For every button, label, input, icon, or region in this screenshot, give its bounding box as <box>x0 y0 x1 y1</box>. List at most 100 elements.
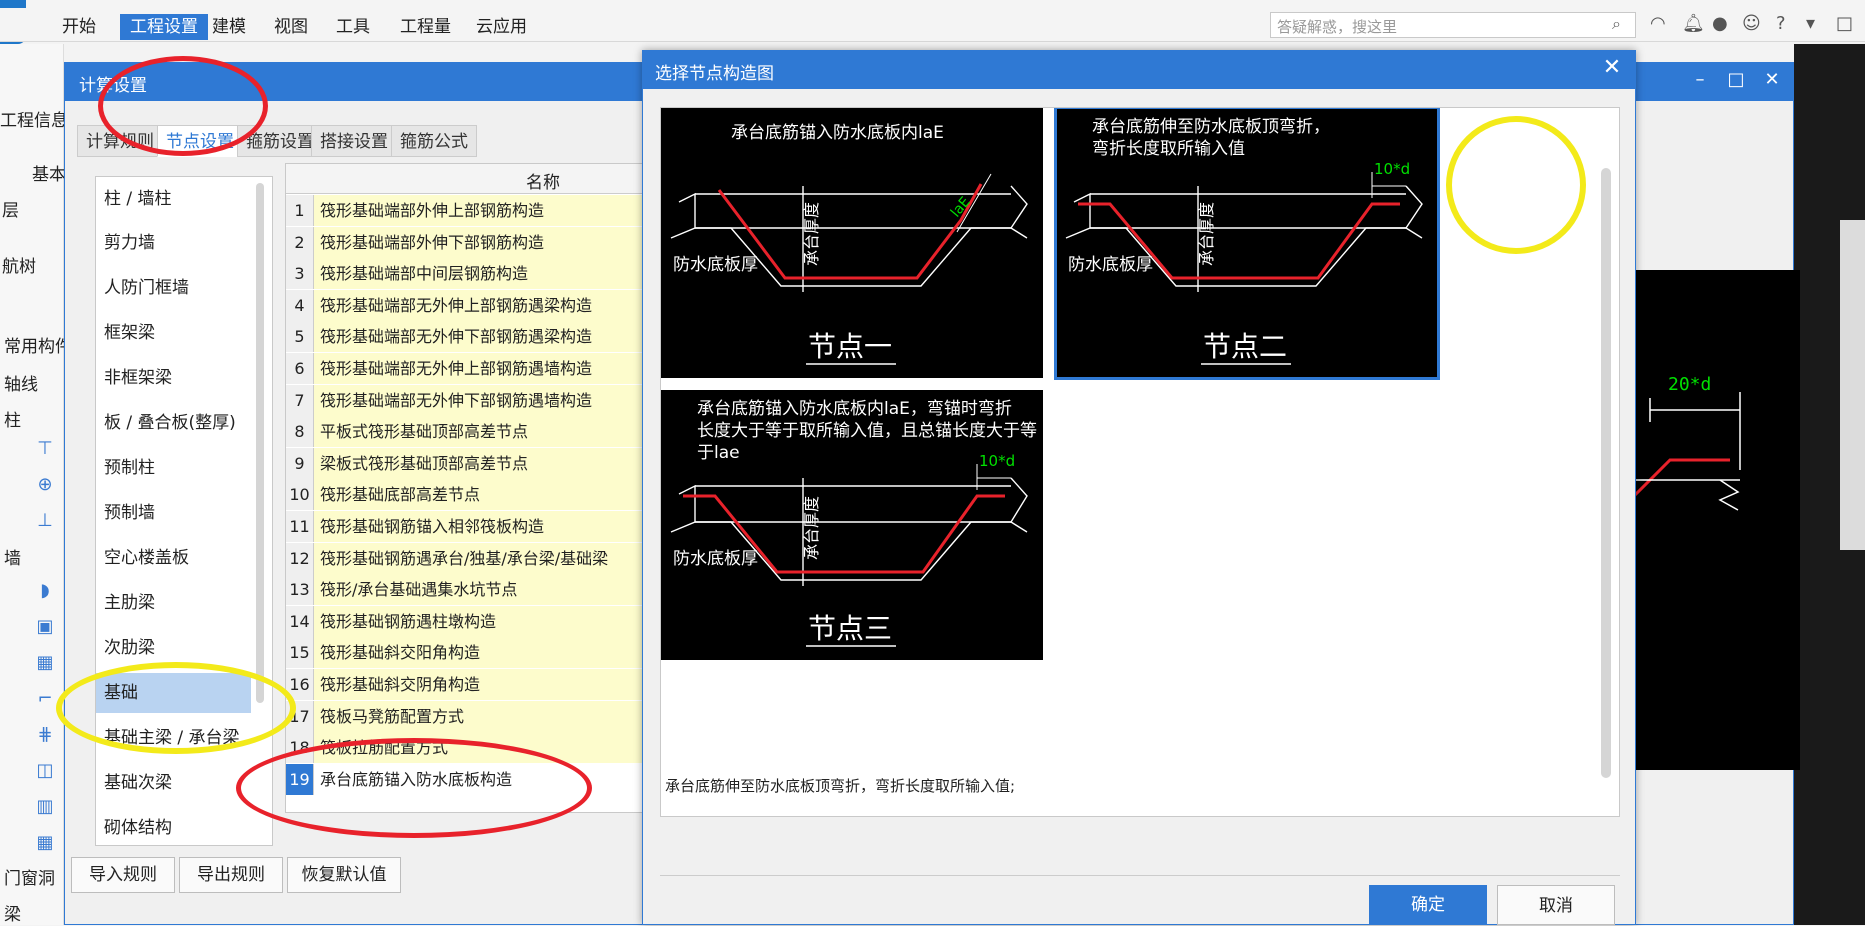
node-name: 节点一 <box>808 330 892 363</box>
wall-grid-icon[interactable]: ⋕ <box>34 724 56 746</box>
category-item[interactable]: 预制墙 <box>96 493 251 533</box>
wall-label[interactable]: 墙 <box>4 544 21 569</box>
wall-edge-icon[interactable]: ⌐ <box>34 688 56 710</box>
headset-icon[interactable]: ◠ <box>1650 13 1666 34</box>
row-number: 1 <box>286 195 314 226</box>
wall-frame-icon[interactable]: ▣ <box>34 616 56 638</box>
column-cap-icon[interactable]: ⊕ <box>34 474 56 496</box>
menu-item-tools[interactable]: 工具 <box>326 14 380 40</box>
close-icon[interactable]: ✕ <box>1757 69 1787 90</box>
menu-item-quantity[interactable]: 工程量 <box>390 14 461 40</box>
curved-wall-icon[interactable]: ◗ <box>34 580 56 602</box>
node-diagram-dialog: 选择节点构造图 ✕ 承台底筋锚入防水底板内laE laE 防水底板厚 承台厚度 节点一承… <box>642 50 1636 925</box>
tab-node-settings[interactable]: 节点设置 <box>157 125 243 157</box>
calc-dialog-title: 计算设置 <box>79 76 147 96</box>
maximize-icon[interactable]: □ <box>1721 69 1751 90</box>
search-icon[interactable]: ⌕ <box>1612 14 1621 34</box>
row-number: 7 <box>286 384 314 416</box>
user-icon[interactable]: ☺ <box>1742 13 1761 34</box>
node-name: 节点三 <box>808 612 892 645</box>
app-title-bar <box>0 0 1865 8</box>
window-block-icon[interactable]: ▦ <box>34 832 56 854</box>
block-icon[interactable]: ▥ <box>34 796 56 818</box>
category-item[interactable]: 砌体结构 <box>96 808 251 845</box>
brick-wall-icon[interactable]: ▦ <box>34 652 56 674</box>
column-header-name: 名称 <box>526 173 560 193</box>
beam-label[interactable]: 梁 <box>4 900 21 925</box>
node-card-1[interactable]: 承台底筋锚入防水底板内laE laE 防水底板厚 承台厚度 节点一 <box>661 108 1043 378</box>
menu-item-start[interactable]: 开始 <box>52 14 106 40</box>
menu-item-modeling[interactable]: 建模 <box>202 14 256 40</box>
tab-lap-settings[interactable]: 搭接设置 <box>311 125 397 157</box>
minimize-icon[interactable]: – <box>1685 69 1715 90</box>
category-list: 柱 / 墙柱 剪力墙 人防门框墙 框架梁 非框架梁 板 / 叠合板(整厚) 预制… <box>95 176 273 846</box>
box-icon[interactable]: ◫ <box>34 760 56 782</box>
window-icon[interactable]: □ <box>1836 13 1853 34</box>
export-rules-button[interactable]: 导出规则 <box>179 857 283 893</box>
restore-defaults-button[interactable]: 恢复默认值 <box>287 857 401 893</box>
floor-label[interactable]: 层 <box>2 196 19 221</box>
column-icon[interactable]: ⊤ <box>34 438 56 460</box>
category-item[interactable]: 非框架梁 <box>96 358 251 398</box>
node-dialog-titlebar[interactable]: 选择节点构造图 ✕ <box>643 51 1635 89</box>
category-item[interactable]: 预制柱 <box>96 448 251 488</box>
cancel-button[interactable]: 取消 <box>1497 885 1615 925</box>
menu-item-project-settings[interactable]: 工程设置 <box>120 14 208 40</box>
dim-label: laE <box>948 194 974 221</box>
category-scrollbar[interactable] <box>256 183 264 703</box>
nav-tree-label: 航树 <box>2 257 36 277</box>
node-caption: 承台底筋伸至防水底板顶弯折，弯折长度取所输入值 <box>1092 117 1330 159</box>
menu-item-view[interactable]: 视图 <box>264 14 318 40</box>
node-name: 节点二 <box>1203 330 1287 363</box>
category-item-selected[interactable]: 基础 <box>96 673 251 713</box>
dim-label: 10*d <box>979 452 1015 470</box>
node-card-3[interactable]: 承台底筋锚入防水底板内laE，弯锚时弯折长度大于等于取所输入值，且总锚长度大于等… <box>661 390 1043 660</box>
node-gallery-scrollbar[interactable] <box>1601 168 1611 778</box>
category-item[interactable]: 框架梁 <box>96 313 251 353</box>
category-item[interactable]: 次肋梁 <box>96 628 251 668</box>
category-item[interactable]: 基础主梁 / 承台梁 <box>96 718 251 758</box>
row-number: 11 <box>286 511 314 542</box>
vertical-label: 承台厚度 <box>1197 202 1216 266</box>
shirt-icon[interactable]: ▾ <box>1806 13 1815 34</box>
row-number: 5 <box>286 321 314 353</box>
row-number: 6 <box>286 353 314 384</box>
row-number: 12 <box>286 542 314 574</box>
side-label: 防水底板厚 <box>1068 255 1153 275</box>
help-icon[interactable]: ? <box>1776 13 1786 34</box>
column-label[interactable]: 柱 <box>4 406 21 431</box>
row-number: 18 <box>286 732 314 764</box>
cad-dim-label: 20*d <box>1668 374 1711 395</box>
node-diagram: 承台底筋锚入防水底板内laE，弯锚时弯折长度大于等于取所输入值，且总锚长度大于等… <box>670 399 1037 647</box>
category-item[interactable]: 剪力墙 <box>96 223 251 263</box>
menu-item-cloud[interactable]: 云应用 <box>466 14 537 40</box>
door-window-label[interactable]: 门窗洞 <box>4 864 55 889</box>
tab-calc-rules[interactable]: 计算规则 <box>77 125 163 157</box>
project-info-label[interactable]: 工程信息 <box>0 106 68 131</box>
close-icon[interactable]: ✕ <box>1597 55 1627 80</box>
category-item[interactable]: 板 / 叠合板(整厚) <box>96 403 251 443</box>
search-input[interactable]: 答疑解惑，搜这里 <box>1270 12 1636 38</box>
chat-icon[interactable]: ● <box>1712 13 1728 34</box>
tab-stirrup-formula[interactable]: 箍筋公式 <box>391 125 477 157</box>
row-number: 16 <box>286 669 314 700</box>
common-components-label[interactable]: 常用构件 <box>4 332 72 357</box>
category-item[interactable]: 基础次梁 <box>96 763 251 803</box>
category-item[interactable]: 空心楼盖板 <box>96 538 251 578</box>
ok-button[interactable]: 确定 <box>1369 885 1487 925</box>
import-rules-button[interactable]: 导入规则 <box>71 857 175 893</box>
bell-icon[interactable]: 🔔︎ <box>1682 13 1705 34</box>
category-item[interactable]: 主肋梁 <box>96 583 251 623</box>
row-number: 9 <box>286 447 314 479</box>
node-description: 承台底筋伸至防水底板顶弯折，弯折长度取所输入值; <box>665 777 1016 795</box>
node-dialog-title: 选择节点构造图 <box>655 64 774 84</box>
category-item[interactable]: 柱 / 墙柱 <box>96 179 251 219</box>
vertical-label: 承台厚度 <box>802 202 821 266</box>
row-number: 19 <box>286 763 314 795</box>
node-caption: 承台底筋锚入防水底板内laE <box>731 123 944 143</box>
node-diagram: 承台底筋伸至防水底板顶弯折，弯折长度取所输入值 10*d 防水底板厚 承台厚度节点二 <box>1065 117 1423 365</box>
node-card-2[interactable]: 承台底筋伸至防水底板顶弯折，弯折长度取所输入值 10*d 防水底板厚 承台厚度 节点二 <box>1054 108 1440 380</box>
pier-icon[interactable]: ⊥ <box>34 510 56 532</box>
axis-label[interactable]: 轴线 <box>4 370 38 395</box>
category-item[interactable]: 人防门框墙 <box>96 268 251 308</box>
